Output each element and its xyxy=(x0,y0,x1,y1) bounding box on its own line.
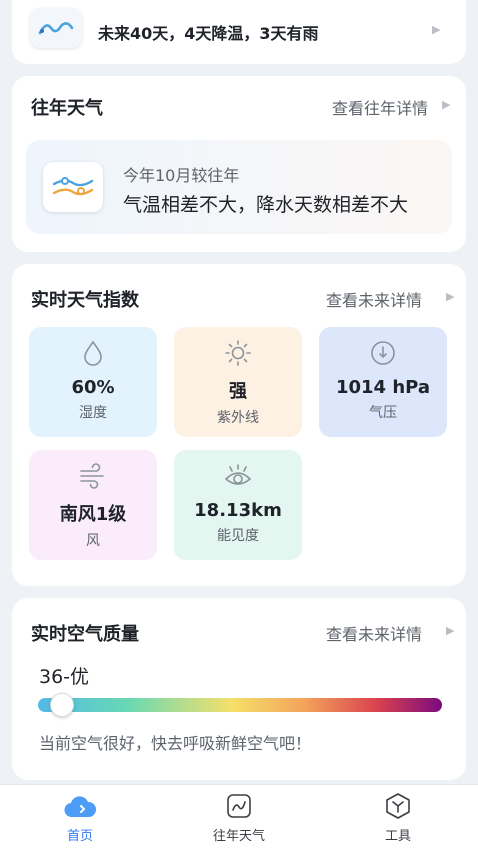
history-chart-icon xyxy=(225,791,253,821)
gauge-icon xyxy=(369,339,397,367)
aqi-indicator xyxy=(50,693,75,717)
history-summary-panel[interactable]: 今年10月较往年 气温相差不大，降水天数相差不大 xyxy=(26,140,452,234)
eye-icon xyxy=(223,462,253,490)
forecast-summary: 未来40天，4天降温，3天有雨 xyxy=(98,24,319,43)
uv-value: 强 xyxy=(229,381,247,402)
trend-wave-icon xyxy=(30,8,82,48)
air-title: 实时空气质量 xyxy=(31,624,139,645)
uv-tile[interactable]: 强 紫外线 xyxy=(174,327,302,437)
wind-label: 风 xyxy=(86,533,100,549)
uv-label: 紫外线 xyxy=(217,410,259,426)
humidity-tile[interactable]: 60% 湿度 xyxy=(29,327,157,437)
history-title: 往年天气 xyxy=(31,98,103,119)
pressure-value: 1014 hPa xyxy=(335,377,431,398)
humidity-value: 60% xyxy=(71,377,115,398)
cloud-home-icon xyxy=(63,791,97,821)
air-quality-card: 实时空气质量 查看未来详情 ▶ 36-优 当前空气很好，快去呼吸新鲜空气吧！ xyxy=(12,598,466,780)
history-subtitle: 今年10月较往年 xyxy=(123,166,240,185)
visibility-label: 能见度 xyxy=(217,528,259,544)
pressure-tile[interactable]: 1014 hPa 气压 xyxy=(319,327,447,437)
humidity-label: 湿度 xyxy=(79,405,107,421)
history-details-link[interactable]: 查看往年详情 xyxy=(332,95,428,119)
nav-tools[interactable]: 工具 xyxy=(353,791,443,844)
chevron-right-icon: ▶ xyxy=(446,624,455,637)
visibility-tile[interactable]: 18.13km 能见度 xyxy=(174,450,302,560)
tools-hexagon-icon xyxy=(384,791,412,821)
nav-history[interactable]: 往年天气 xyxy=(194,791,284,844)
forecast-card[interactable]: 未来40天，4天降温，3天有雨 ▶ xyxy=(12,0,466,64)
index-details-link[interactable]: 查看未来详情 xyxy=(326,287,422,311)
nav-history-label: 往年天气 xyxy=(212,829,265,844)
pressure-label: 气压 xyxy=(369,405,397,421)
air-details-link[interactable]: 查看未来详情 xyxy=(326,621,422,645)
weather-index-card: 实时天气指数 查看未来详情 ▶ 60% 湿度 强 紫外线 1014 hPa 气压… xyxy=(12,264,466,586)
wind-tile[interactable]: 南风1级 风 xyxy=(29,450,157,560)
chevron-right-icon: ▶ xyxy=(442,98,451,111)
droplet-icon xyxy=(82,339,104,367)
wind-value: 南风1级 xyxy=(59,504,127,525)
index-title: 实时天气指数 xyxy=(31,290,139,311)
bottom-nav: 首页 往年天气 工具 xyxy=(0,784,478,850)
history-summary: 气温相差不大，降水天数相差不大 xyxy=(123,194,409,216)
wind-icon xyxy=(78,462,108,490)
chevron-right-icon: ▶ xyxy=(432,23,441,36)
sun-icon xyxy=(224,339,252,367)
visibility-value: 18.13km xyxy=(194,500,282,521)
aqi-scale-bar xyxy=(38,698,442,712)
nav-tools-label: 工具 xyxy=(384,829,411,844)
aqi-tip: 当前空气很好，快去呼吸新鲜空气吧！ xyxy=(39,734,312,753)
history-weather-card: 往年天气 查看往年详情 ▶ 今年10月较往年 气温相差不大，降水天数相差不大 xyxy=(12,76,466,252)
aqi-value: 36-优 xyxy=(39,666,90,688)
nav-home[interactable]: 首页 xyxy=(35,791,125,844)
comparison-chart-icon xyxy=(43,162,103,212)
nav-home-label: 首页 xyxy=(66,829,93,844)
chevron-right-icon: ▶ xyxy=(446,290,455,303)
